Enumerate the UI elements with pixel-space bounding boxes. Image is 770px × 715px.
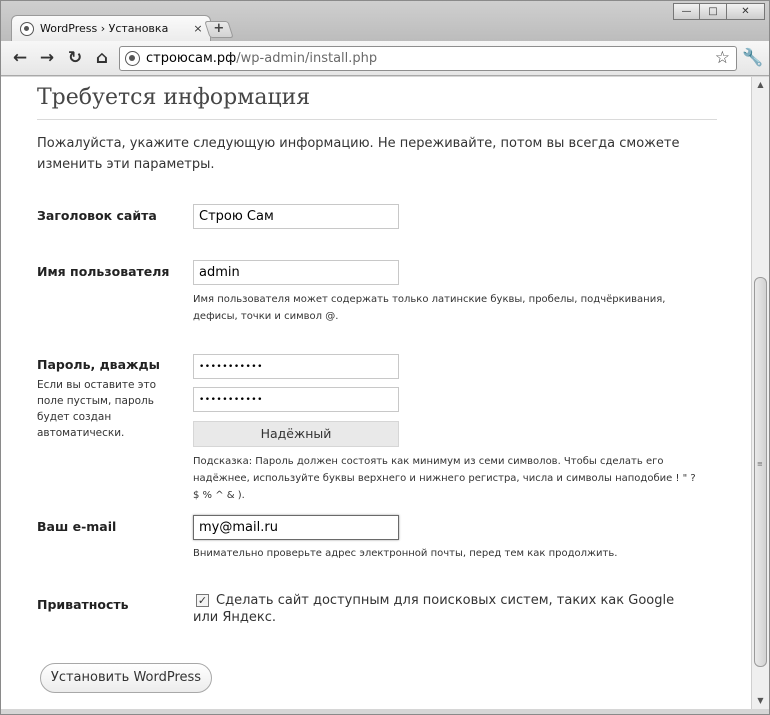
page-title: Требуется информация [37, 85, 311, 110]
password-sub-text: Если вы оставите это поле пустым, пароль… [37, 379, 157, 439]
page-icon [125, 51, 140, 66]
grip-icon: ≡ [757, 460, 763, 468]
globe-icon [20, 21, 34, 36]
plus-icon: + [213, 21, 225, 36]
maximize-button[interactable]: □ [700, 3, 727, 20]
wrench-icon[interactable]: 🔧 [742, 48, 763, 68]
intro-text: Пожалуйста, укажите следующую информацию… [37, 136, 680, 172]
scroll-down-arrow-icon[interactable]: ▼ [752, 693, 769, 709]
minimize-button[interactable]: — [673, 3, 700, 20]
vertical-scrollbar[interactable]: ▲ ≡ ▼ [751, 77, 769, 709]
url-host: строюсам.рф [146, 51, 237, 66]
forward-arrow-icon[interactable]: → [36, 48, 58, 68]
password-hint: Подсказка: Пароль должен состоять как ми… [193, 456, 696, 501]
privacy-checkbox[interactable]: ✓ [196, 594, 209, 607]
scroll-up-arrow-icon[interactable]: ▲ [752, 77, 769, 93]
tab-strip: WordPress › Установка × + — □ ✕ [1, 1, 769, 41]
back-arrow-icon[interactable]: ← [9, 48, 31, 68]
tab-wordpress-install[interactable]: WordPress › Установка × [11, 15, 211, 41]
privacy-label: Приватность [37, 597, 129, 612]
home-icon[interactable]: ⌂ [91, 48, 113, 68]
page-content: Требуется информация Пожалуйста, укажите… [1, 77, 751, 709]
url-path: /wp-admin/install.php [236, 51, 378, 66]
title-divider [37, 119, 717, 120]
tab-title: WordPress › Установка [40, 22, 169, 35]
username-label: Имя пользователя [37, 264, 170, 279]
site-title-input[interactable] [193, 204, 399, 229]
scroll-thumb[interactable]: ≡ [754, 277, 767, 667]
email-hint: Внимательно проверьте адрес электронной … [193, 548, 618, 559]
tab-close-icon[interactable]: × [190, 22, 206, 35]
address-bar[interactable]: строюсам.рф /wp-admin/install.php ☆ [119, 46, 737, 71]
browser-window: WordPress › Установка × + — □ ✕ ← → ↻ ⌂ … [0, 0, 770, 715]
password-label: Пароль, дважды [37, 357, 160, 372]
reload-icon[interactable]: ↻ [64, 48, 86, 68]
password-strength-indicator: Надёжный [193, 421, 399, 447]
email-label: Ваш e-mail [37, 519, 117, 534]
username-hint: Имя пользователя может содержать только … [193, 294, 666, 322]
browser-toolbar: ← → ↻ ⌂ строюсам.рф /wp-admin/install.ph… [1, 41, 769, 76]
new-tab-button[interactable]: + [204, 21, 234, 38]
close-window-button[interactable]: ✕ [727, 3, 765, 20]
bookmark-star-icon[interactable]: ☆ [715, 48, 730, 68]
site-title-label: Заголовок сайта [37, 208, 157, 223]
email-input[interactable] [193, 515, 399, 540]
install-wordpress-button[interactable]: Установить WordPress [40, 663, 212, 693]
privacy-checkbox-label[interactable]: Сделать сайт доступным для поисковых сис… [193, 592, 683, 626]
window-controls: — □ ✕ [673, 3, 765, 20]
username-input[interactable] [193, 260, 399, 285]
password-confirm-input[interactable] [193, 387, 399, 412]
password-input[interactable] [193, 354, 399, 379]
